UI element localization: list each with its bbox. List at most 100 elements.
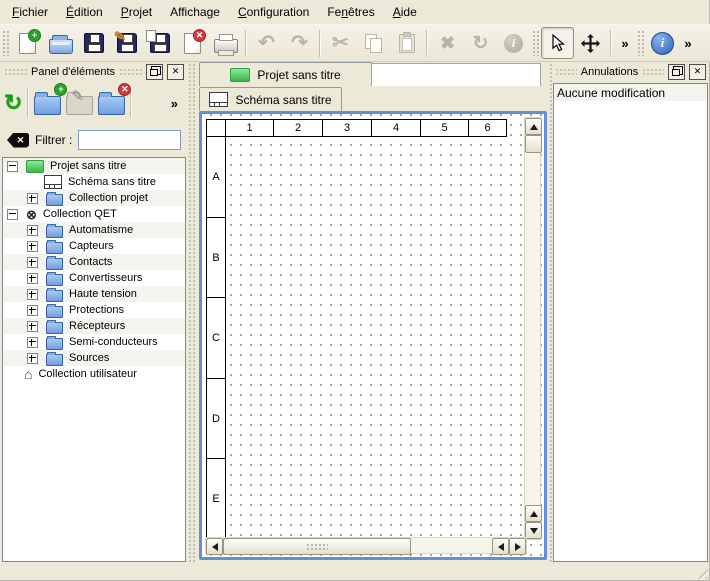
select-tool-button[interactable] <box>541 27 574 59</box>
toolbar-overflow-button[interactable]: » <box>679 27 697 59</box>
tree-item-contacts[interactable]: Contacts <box>3 254 185 270</box>
close-panel-button[interactable]: ✕ <box>689 64 706 80</box>
undo-button[interactable]: ↶ <box>250 27 283 59</box>
expand-icon[interactable] <box>27 241 38 252</box>
tree-item-collection-qet[interactable]: ⊗ Collection QET <box>3 206 185 222</box>
undo-panel: Annulations ✕ Aucune modification <box>553 62 708 562</box>
new-document-button[interactable]: + <box>11 27 44 59</box>
expand-icon[interactable] <box>27 193 38 204</box>
expand-icon[interactable] <box>27 305 38 316</box>
tree-item-capteurs[interactable]: Capteurs <box>3 238 185 254</box>
qet-collection-icon: ⊗ <box>26 208 37 221</box>
plus-badge-icon: + <box>28 29 41 42</box>
redo-button[interactable]: ↷ <box>283 27 316 59</box>
toolbar-drag-handle[interactable] <box>2 30 9 56</box>
schema-icon <box>44 175 62 189</box>
tree-item-collection-utilisateur[interactable]: ⌂ Collection utilisateur <box>3 366 185 382</box>
expand-icon[interactable] <box>27 337 38 348</box>
tab-projet-sans-titre[interactable]: Projet sans titre <box>199 62 372 86</box>
resize-grip[interactable] <box>694 565 708 579</box>
edit-element-button[interactable]: ✎ <box>66 91 93 115</box>
left-splitter-handle[interactable] <box>187 62 196 562</box>
vertical-scrollbar[interactable] <box>524 117 541 540</box>
cut-button[interactable]: ✂ <box>324 27 357 59</box>
scroll-left-button[interactable] <box>492 538 509 555</box>
toolbar-drag-handle[interactable] <box>637 30 644 56</box>
panel-overflow-button[interactable]: » <box>171 96 178 111</box>
undo-list-item[interactable]: Aucune modification <box>554 84 707 101</box>
tree-item-collection-projet[interactable]: Collection projet <box>3 190 185 206</box>
toolbar-overflow-button[interactable]: » <box>615 27 635 59</box>
menu-configuration[interactable]: Configuration <box>229 1 318 23</box>
scroll-up-button[interactable] <box>525 505 542 522</box>
print-button[interactable] <box>209 27 242 59</box>
copy-button[interactable] <box>357 27 390 59</box>
expand-icon[interactable] <box>27 353 38 364</box>
clear-filter-button[interactable]: ✕ <box>7 133 29 148</box>
tab-label: Schéma sans titre <box>235 93 331 107</box>
float-panel-button[interactable] <box>146 64 163 80</box>
scroll-down-button[interactable] <box>525 522 542 539</box>
menu-projet[interactable]: Projet <box>112 1 161 23</box>
open-button[interactable] <box>44 27 77 59</box>
paste-button[interactable] <box>390 27 423 59</box>
elements-panel-header[interactable]: Panel d'éléments ✕ <box>2 62 186 81</box>
tree-item-projet-sans-titre[interactable]: Projet sans titre <box>3 158 185 174</box>
tab-schema-sans-titre[interactable]: Schéma sans titre <box>199 87 342 111</box>
save-all-button[interactable] <box>143 27 176 59</box>
expand-icon[interactable] <box>27 321 38 332</box>
menu-affichage[interactable]: Affichage <box>161 1 229 23</box>
diagram-border-grid: 1 2 3 4 5 6 A B C D E <box>206 119 507 540</box>
expand-icon[interactable] <box>27 257 38 268</box>
scroll-up-button[interactable] <box>525 118 542 135</box>
tree-item-convertisseurs[interactable]: Convertisseurs <box>3 270 185 286</box>
collapse-icon[interactable] <box>7 209 18 220</box>
new-element-button[interactable]: + <box>34 91 61 115</box>
info-button[interactable]: i <box>497 27 530 59</box>
expand-icon[interactable] <box>27 273 38 284</box>
save-as-floppy-icon: ✎ <box>117 33 137 53</box>
toolbar-separator <box>319 30 321 57</box>
project-icon <box>230 68 250 82</box>
tree-item-sources[interactable]: Sources <box>3 350 185 366</box>
horizontal-scroll-thumb[interactable] <box>223 538 411 555</box>
toolbar-separator <box>27 88 29 118</box>
about-button[interactable]: i <box>646 27 679 59</box>
collapse-icon[interactable] <box>7 161 18 172</box>
horizontal-scrollbar[interactable] <box>205 537 527 554</box>
tree-item-semi-conducteurs[interactable]: Semi-conducteurs <box>3 334 185 350</box>
undo-panel-header[interactable]: Annulations ✕ <box>553 62 708 81</box>
filter-input[interactable] <box>78 130 181 150</box>
expand-icon[interactable] <box>27 225 38 236</box>
tree-item-protections[interactable]: Protections <box>3 302 185 318</box>
menu-fenetres[interactable]: Fenêtres <box>318 1 383 23</box>
save-button[interactable] <box>77 27 110 59</box>
menu-edition[interactable]: Édition <box>57 1 112 23</box>
pencil-icon: ✎ <box>71 87 84 105</box>
close-panel-button[interactable]: ✕ <box>167 64 184 80</box>
drawing-canvas[interactable]: 1 2 3 4 5 6 A B C D E <box>202 114 544 557</box>
rotate-button[interactable]: ↻ <box>464 27 497 59</box>
tree-item-schema-sans-titre[interactable]: Schéma sans titre <box>3 174 185 190</box>
folder-icon <box>46 322 63 334</box>
scroll-left-button[interactable] <box>206 538 223 555</box>
tree-item-recepteurs[interactable]: Récepteurs <box>3 318 185 334</box>
tree-item-automatisme[interactable]: Automatisme <box>3 222 185 238</box>
delete-element-button[interactable]: ✕ <box>98 91 125 115</box>
vertical-scroll-track[interactable] <box>525 153 540 505</box>
menu-fichier[interactable]: Fichier <box>3 1 57 23</box>
save-as-button[interactable]: ✎ <box>110 27 143 59</box>
delete-button[interactable]: ✖ <box>431 27 464 59</box>
scroll-right-button[interactable] <box>509 538 526 555</box>
toolbar-drag-handle[interactable] <box>532 30 539 56</box>
refresh-collections-button[interactable]: ↻ <box>4 92 22 114</box>
expand-icon[interactable] <box>27 289 38 300</box>
undo-history-list[interactable]: Aucune modification <box>553 83 708 562</box>
move-tool-button[interactable] <box>574 27 607 59</box>
float-panel-button[interactable] <box>668 64 685 80</box>
vertical-scroll-thumb[interactable] <box>525 135 542 153</box>
close-file-button[interactable]: ✕ <box>176 27 209 59</box>
horizontal-scroll-track[interactable] <box>411 538 492 553</box>
tree-item-haute-tension[interactable]: Haute tension <box>3 286 185 302</box>
menu-aide[interactable]: Aide <box>384 1 426 23</box>
